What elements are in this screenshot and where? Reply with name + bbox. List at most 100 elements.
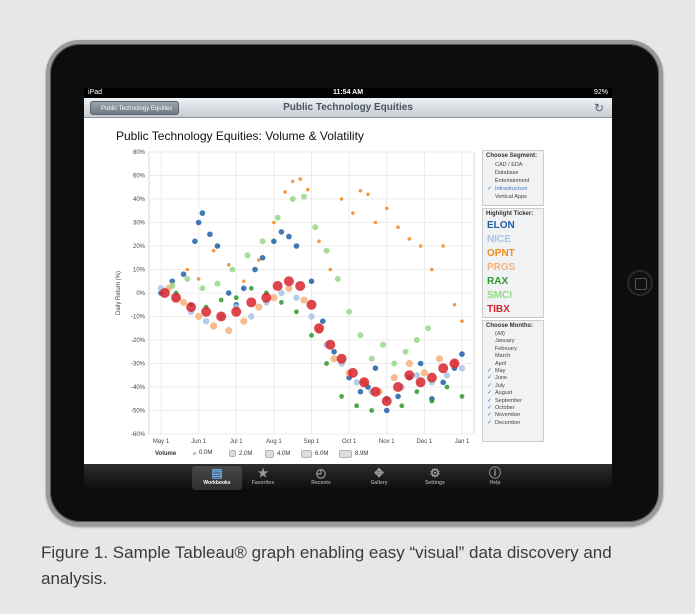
home-button[interactable] [627, 270, 653, 296]
data-point-nice [308, 313, 315, 320]
data-point-tibx [306, 299, 317, 310]
month-option[interactable]: September [483, 398, 543, 406]
data-point-smci [402, 348, 409, 355]
data-point-smci [368, 355, 375, 362]
data-point-prgs [420, 369, 428, 377]
ticker-option[interactable]: RAX [483, 275, 543, 289]
data-point-tibx [347, 367, 358, 378]
data-point-smci [169, 282, 176, 289]
tab-workbooks[interactable]: ▤ Workbooks [192, 466, 242, 490]
month-option[interactable]: January [483, 338, 543, 345]
data-point-smci [199, 285, 206, 292]
month-option[interactable]: October [483, 405, 543, 413]
gallery-icon: ✥ [373, 466, 385, 480]
data-point-tibx [449, 358, 460, 369]
data-point-rax [324, 361, 329, 366]
data-point-rax [444, 384, 450, 390]
month-option[interactable]: (All) [483, 331, 543, 338]
month-option[interactable]: May [483, 368, 543, 376]
data-point-smci [259, 238, 266, 245]
month-option[interactable]: July [483, 383, 543, 391]
ticker-option[interactable]: SMCI [483, 289, 543, 303]
data-point-elon [278, 229, 285, 235]
data-point-rax [218, 297, 224, 303]
data-point-opnt [211, 248, 216, 253]
x-tick-label: Dec 1 [417, 439, 433, 445]
ticker-option[interactable]: PRGS [483, 261, 543, 275]
data-point-tibx [186, 302, 197, 313]
volume-legend-label: 2.0M [239, 450, 253, 457]
tab-recents[interactable]: ◴ Recents [296, 466, 346, 486]
month-option[interactable]: August [483, 390, 543, 398]
data-point-rax [354, 403, 360, 409]
clock-icon: ◴ [315, 466, 327, 480]
data-point-elon [319, 318, 326, 324]
tab-label: Settings [425, 480, 445, 486]
data-point-elon [207, 231, 213, 238]
tab-gallery[interactable]: ✥ Gallery [354, 466, 404, 486]
x-tick-label: Jan 1 [455, 439, 470, 445]
y-tick-label: 60% [133, 174, 146, 180]
tab-label: Recents [311, 480, 331, 486]
refresh-icon[interactable]: ↻ [594, 101, 604, 115]
segment-option[interactable]: Infrastructure [483, 185, 543, 193]
data-point-tibx [370, 386, 381, 397]
data-point-smci [346, 308, 353, 315]
data-point-smci [312, 224, 319, 231]
nav-bar: Public Technology Equities Public Techno… [84, 98, 612, 118]
data-point-rax [459, 394, 465, 399]
y-tick-label: 20% [133, 244, 146, 250]
month-option[interactable]: April [483, 361, 543, 368]
data-point-tibx [404, 370, 415, 381]
chart-svg: 80% 60% 40% 30% 20% 10% 0% -10% -20% -30% -40% -50%… [116, 150, 475, 445]
tab-favorites[interactable]: ★ Favorites [238, 466, 288, 486]
month-filter: Choose Months: (All) January February March… [482, 320, 544, 442]
status-bar: iPad 11:54 AM 92% [84, 88, 612, 98]
data-point-opnt [241, 279, 246, 284]
ticker-option[interactable]: NICE [483, 233, 543, 247]
ticker-option[interactable]: TIBX [483, 303, 543, 317]
data-point-opnt [384, 206, 389, 211]
figure-caption: Figure 1. Sample Tableau® graph enabling… [41, 543, 612, 588]
data-point-smci [334, 275, 341, 282]
month-option[interactable]: February [483, 346, 543, 353]
month-option[interactable]: June [483, 375, 543, 383]
data-point-elon [372, 365, 379, 371]
segment-option[interactable]: Vertical Apps [483, 193, 543, 201]
month-option[interactable]: November [483, 412, 543, 420]
data-point-nice [443, 372, 451, 379]
data-point-nice [353, 379, 360, 386]
tab-help[interactable]: ⓘ Help [470, 466, 520, 486]
data-point-elon [180, 271, 187, 277]
ticker-option[interactable]: OPNT [483, 247, 543, 261]
data-point-tibx [171, 292, 182, 303]
ticker-option[interactable]: ELON [483, 219, 543, 233]
data-point-opnt [366, 192, 370, 197]
tab-label: Help [489, 480, 501, 486]
data-point-prgs [225, 327, 233, 335]
tab-label: Gallery [370, 480, 388, 486]
x-tick-label: May 1 [153, 439, 170, 445]
volume-legend-item: 0.0M [193, 450, 212, 456]
battery-level: 92% [593, 89, 608, 96]
data-point-opnt [358, 188, 363, 193]
data-point-opnt [185, 267, 190, 272]
data-point-prgs [300, 296, 308, 304]
segment-option[interactable]: CAD / EDA [483, 161, 543, 169]
data-point-smci [229, 266, 236, 273]
segment-option[interactable]: Database [483, 169, 543, 177]
data-point-tibx [295, 280, 306, 291]
month-option[interactable]: March [483, 353, 543, 360]
data-point-prgs [390, 374, 398, 382]
x-tick-label: Aug 1 [266, 439, 282, 445]
volume-swatch [229, 450, 236, 457]
segment-option[interactable]: Entertainment [483, 177, 543, 185]
tab-settings[interactable]: ⚙ Settings [410, 466, 460, 486]
data-point-tibx [393, 382, 404, 392]
gear-icon: ⚙ [429, 466, 441, 480]
data-point-smci [391, 360, 398, 367]
data-point-opnt [460, 319, 464, 323]
month-option[interactable]: December [483, 420, 543, 428]
data-point-smci [244, 252, 251, 259]
volume-legend-title: Volume [155, 451, 177, 457]
